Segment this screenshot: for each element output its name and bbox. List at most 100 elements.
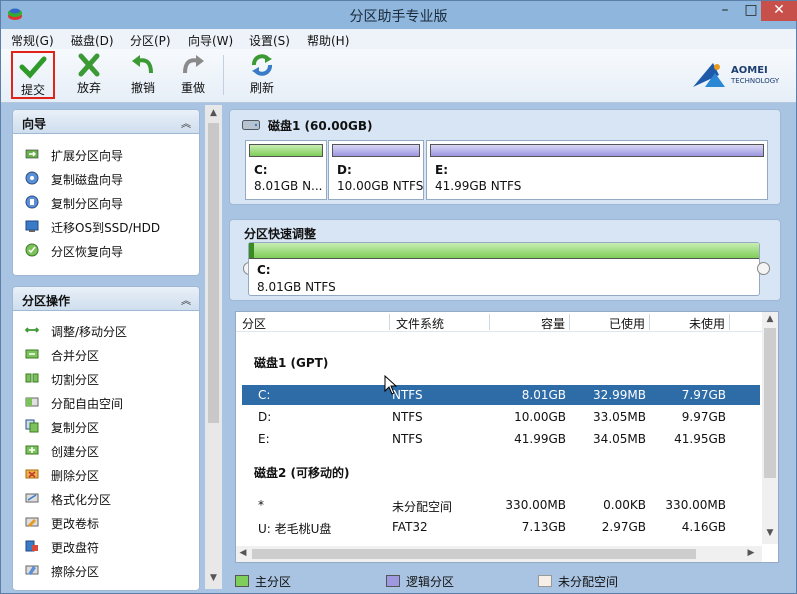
table-row[interactable]: * 未分配空间 330.00MB 0.00KB 330.00MB <box>242 495 760 515</box>
table-scroll-thumb[interactable] <box>764 328 776 478</box>
scroll-left-arrow-icon[interactable]: ◀ <box>236 548 250 558</box>
table-vertical-scrollbar[interactable]: ▲ ▼ <box>762 312 778 544</box>
table-row[interactable]: D: NTFS 10.00GB 33.05MB 9.97GB <box>242 407 760 427</box>
refresh-icon <box>252 54 272 76</box>
extend-partition-icon <box>25 149 39 159</box>
disk-map-panel: 磁盘1 (60.00GB) C: 8.01GB N... D: 10.00GB … <box>229 109 781 205</box>
wizard-copy-partition[interactable]: 复制分区向导 <box>13 190 199 214</box>
menu-settings[interactable]: 设置(S) <box>249 32 290 49</box>
discard-button[interactable]: 放弃 <box>67 51 111 99</box>
wizard-panel: 向导 ︽ 扩展分区向导 复制磁盘向导 复制分区向导 迁移OS到SSD/HDD 分… <box>12 109 200 276</box>
partition-usage-bar <box>249 144 323 157</box>
op-resize-move[interactable]: 调整/移动分区 <box>13 318 199 342</box>
logo-sub-text: TECHNOLOGY <box>731 77 780 85</box>
redo-label: 重做 <box>180 81 205 95</box>
toolbar: 提交 放弃 撤销 重做 刷新 AOMEI TECHNOLOGY <box>1 49 796 103</box>
scroll-right-arrow-icon[interactable]: ▶ <box>744 548 758 558</box>
unallocated-swatch <box>538 575 552 587</box>
collapse-chevron-icon[interactable]: ︽ <box>181 292 191 307</box>
usage-marker <box>249 243 254 258</box>
op-change-drive-letter[interactable]: 更改盘符 <box>13 534 199 558</box>
scroll-up-arrow-icon[interactable]: ▲ <box>762 314 778 324</box>
checkmark-icon <box>19 56 47 79</box>
logo-brand-text: AOMEI <box>731 65 768 76</box>
redo-button[interactable]: 重做 <box>171 51 215 99</box>
scroll-down-arrow-icon[interactable]: ▼ <box>762 528 778 538</box>
menu-general[interactable]: 常规(G) <box>11 32 54 49</box>
quick-adjust-title: 分区快速调整 <box>244 227 317 241</box>
create-partition-icon <box>25 445 39 455</box>
legend-logical: 逻辑分区 <box>386 573 486 589</box>
merge-icon <box>25 349 39 359</box>
partition-usage-bar <box>430 144 764 157</box>
disk-partition-c[interactable]: C: 8.01GB N... <box>245 140 327 200</box>
op-delete-partition[interactable]: 删除分区 <box>13 462 199 486</box>
op-create-partition[interactable]: 创建分区 <box>13 438 199 462</box>
submit-button[interactable]: 提交 <box>11 51 55 99</box>
main-content: 向导 ︽ 扩展分区向导 复制磁盘向导 复制分区向导 迁移OS到SSD/HDD 分… <box>1 103 796 593</box>
wizard-migrate-os[interactable]: 迁移OS到SSD/HDD <box>13 214 199 238</box>
primary-swatch <box>235 575 249 587</box>
partition-usage-bar <box>332 144 420 157</box>
minimize-button[interactable]: – <box>711 1 739 21</box>
partition-recovery-icon <box>25 243 39 257</box>
wizard-partition-recovery[interactable]: 分区恢复向导 <box>13 238 199 262</box>
submit-label: 提交 <box>20 83 45 97</box>
table-hscroll-thumb[interactable] <box>252 549 696 559</box>
undo-label: 撤销 <box>130 81 155 95</box>
wizard-panel-header[interactable]: 向导 ︽ <box>13 110 199 134</box>
menu-partition[interactable]: 分区(P) <box>130 32 171 49</box>
change-drive-letter-icon <box>25 540 38 552</box>
table-horizontal-scrollbar[interactable]: ◀ ▶ <box>236 546 762 562</box>
hard-disk-icon <box>242 120 260 130</box>
change-label-icon <box>25 517 39 527</box>
partition-ops-header[interactable]: 分区操作 ︽ <box>13 287 199 311</box>
group-disk1: 磁盘1 (GPT) <box>254 356 329 370</box>
op-wipe-partition[interactable]: 擦除分区 <box>13 558 199 582</box>
resize-handle-right[interactable] <box>757 262 770 275</box>
disk-partition-d[interactable]: D: 10.00GB NTFS <box>328 140 424 200</box>
menu-help[interactable]: 帮助(H) <box>307 32 349 49</box>
collapse-chevron-icon[interactable]: ︽ <box>181 115 191 130</box>
undo-arrow-icon <box>132 55 153 74</box>
menu-disk[interactable]: 磁盘(D) <box>71 32 114 49</box>
op-copy-partition[interactable]: 复制分区 <box>13 414 199 438</box>
sidebar-scroll-thumb[interactable] <box>208 123 219 423</box>
sidebar-scrollbar[interactable]: ▲ ▼ <box>205 105 222 589</box>
resize-move-icon <box>25 327 39 333</box>
quick-adjust-partition[interactable]: C: 8.01GB NTFS <box>248 242 760 296</box>
title-bar: 分区助手专业版 – □ ✕ <box>1 1 797 29</box>
refresh-button[interactable]: 刷新 <box>240 51 284 99</box>
wizard-extend-partition[interactable]: 扩展分区向导 <box>13 142 199 166</box>
table-row[interactable]: C: NTFS 8.01GB 32.99MB 7.97GB <box>242 385 760 405</box>
format-partition-icon <box>25 493 39 503</box>
partition-table: 分区 文件系统 容量 已使用 未使用 磁盘1 (GPT) C: NTFS 8.0… <box>235 311 779 563</box>
disk-partition-e[interactable]: E: 41.99GB NTFS <box>426 140 768 200</box>
table-row[interactable]: E: NTFS 41.99GB 34.05MB 41.95GB <box>242 429 760 449</box>
undo-button[interactable]: 撤销 <box>121 51 165 99</box>
discard-label: 放弃 <box>76 81 101 95</box>
legend-unallocated: 未分配空间 <box>538 573 648 589</box>
col-free[interactable]: 未使用 <box>689 315 725 332</box>
col-filesystem[interactable]: 文件系统 <box>396 315 444 332</box>
col-partition[interactable]: 分区 <box>242 315 266 332</box>
col-used[interactable]: 已使用 <box>609 315 645 332</box>
table-row[interactable]: U: 老毛桃U盘 FAT32 7.13GB 2.97GB 4.16GB <box>242 517 760 537</box>
op-change-label[interactable]: 更改卷标 <box>13 510 199 534</box>
copy-partition-icon <box>25 419 39 433</box>
col-capacity[interactable]: 容量 <box>541 315 565 332</box>
group-disk2: 磁盘2 (可移动的) <box>254 466 350 480</box>
op-allocate-free-space[interactable]: 分配自由空间 <box>13 390 199 414</box>
allocate-space-icon <box>25 397 39 407</box>
op-split[interactable]: 切割分区 <box>13 366 199 390</box>
partition-operations-panel: 分区操作 ︽ 调整/移动分区 合并分区 切割分区 分配自由空间 复制分区 创建分… <box>12 286 200 591</box>
table-header: 分区 文件系统 容量 已使用 未使用 <box>236 312 762 332</box>
scroll-up-arrow-icon[interactable]: ▲ <box>205 108 222 118</box>
op-format-partition[interactable]: 格式化分区 <box>13 486 199 510</box>
menu-wizard[interactable]: 向导(W) <box>188 32 233 49</box>
op-merge[interactable]: 合并分区 <box>13 342 199 366</box>
wizard-copy-disk[interactable]: 复制磁盘向导 <box>13 166 199 190</box>
close-button[interactable]: ✕ <box>761 1 797 21</box>
scroll-down-arrow-icon[interactable]: ▼ <box>205 573 222 583</box>
copy-disk-icon <box>25 171 39 185</box>
